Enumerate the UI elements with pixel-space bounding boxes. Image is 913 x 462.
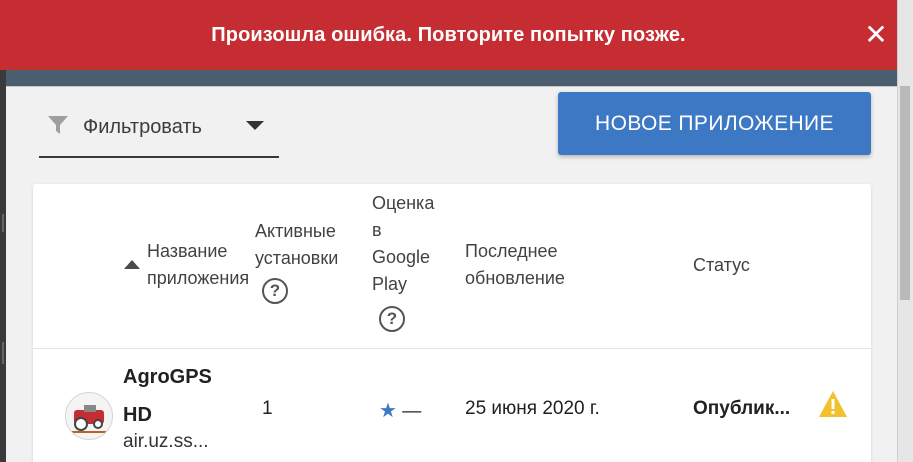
warning-icon[interactable]: [818, 390, 848, 418]
column-header-rating: Оценка в Google Play: [372, 193, 435, 294]
error-banner: Произошла ошибка. Повторите попытку позж…: [0, 0, 897, 70]
app-name[interactable]: AgroGPS HD: [123, 358, 243, 434]
filter-dropdown[interactable]: Фильтровать: [39, 100, 279, 158]
help-icon[interactable]: ?: [262, 278, 288, 304]
error-message: Произошла ошибка. Повторите попытку позж…: [211, 24, 686, 46]
filter-icon: [48, 116, 68, 134]
last-updated-value: 25 июня 2020 г.: [465, 398, 600, 419]
column-header-installs: Активные установки: [255, 221, 339, 268]
scrollbar-thumb[interactable]: [900, 86, 910, 300]
app-icon: [65, 392, 113, 440]
help-icon[interactable]: ?: [379, 306, 405, 332]
active-installs-value: 1: [262, 398, 273, 419]
caret-down-icon: [246, 121, 264, 130]
column-header-status: Статус: [693, 255, 750, 275]
new-app-button[interactable]: НОВОЕ ПРИЛОЖЕНИЕ: [558, 92, 871, 155]
apps-table: Название приложения Активные установки ?…: [33, 184, 871, 462]
star-icon: ★: [379, 400, 397, 422]
close-icon[interactable]: ✕: [863, 21, 889, 49]
app-package-name: air.uz.ss...: [123, 431, 209, 452]
status-value: Опублик...: [693, 398, 791, 419]
sort-ascending-icon[interactable]: [124, 260, 140, 269]
rating-value: ★ —: [379, 400, 422, 422]
filter-label: Фильтровать: [83, 116, 202, 138]
header-divider: [33, 348, 871, 349]
column-header-name[interactable]: Название приложения: [147, 238, 249, 292]
column-header-updated: Последнее обновление: [465, 241, 565, 288]
